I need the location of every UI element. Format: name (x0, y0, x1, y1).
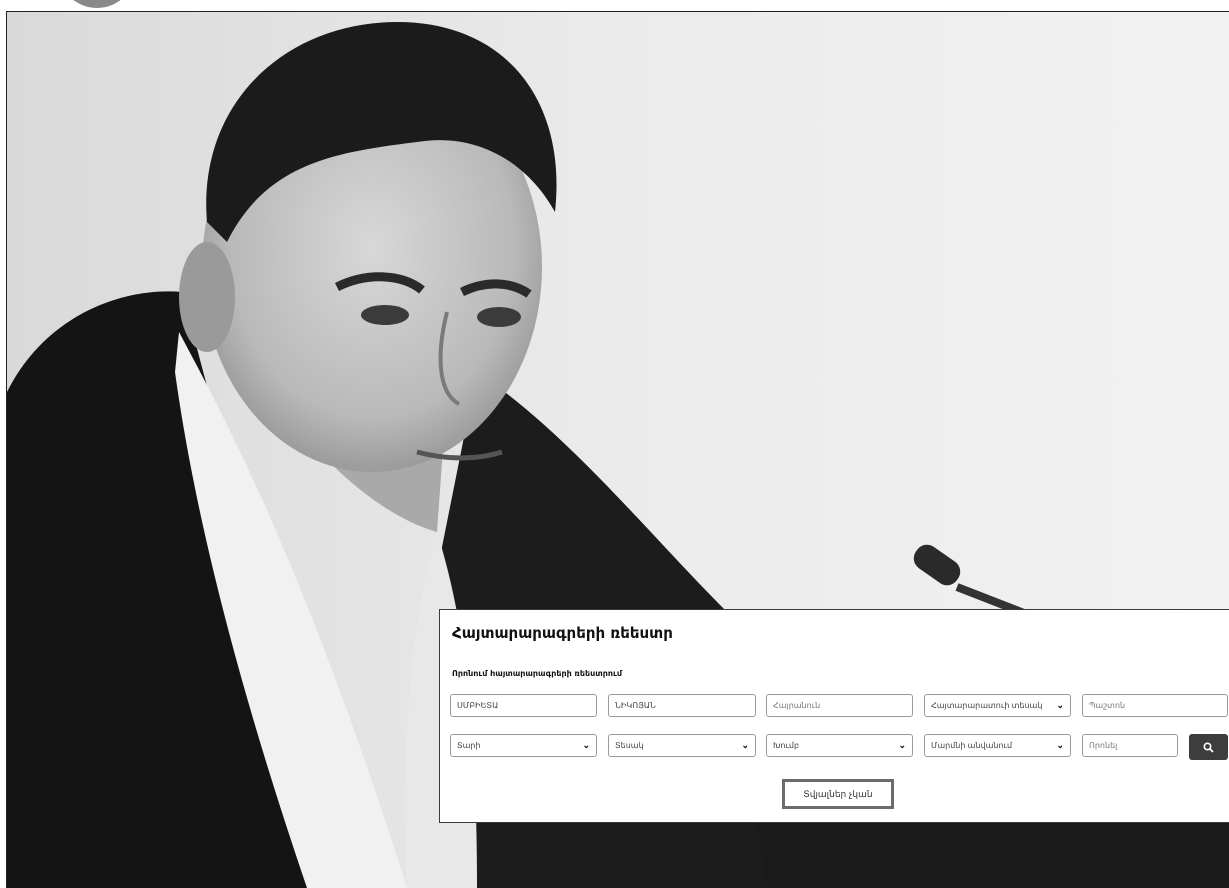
position-input[interactable]: Պաշտոն (1082, 694, 1228, 717)
chevron-down-icon: ⌄ (1056, 700, 1064, 710)
no-data-message: Տվյալներ չկան (782, 779, 894, 809)
position-placeholder: Պաշտոն (1089, 701, 1126, 710)
last-name-input[interactable]: ՆԻԿՈՅԱՆ (608, 694, 756, 717)
corner-logo-shape (58, 0, 136, 8)
declarant-type-label: Հայտարարատուի տեսակ (931, 701, 1043, 710)
type-label: Տեսակ (615, 741, 644, 750)
search-placeholder: Որոնել (1089, 741, 1118, 750)
group-select[interactable]: Խումբ ⌄ (766, 734, 913, 757)
chevron-down-icon: ⌄ (898, 740, 906, 750)
no-data-text: Տվյալներ չկան (803, 788, 873, 799)
type-select[interactable]: Տեսակ ⌄ (608, 734, 756, 757)
search-input[interactable]: Որոնել (1082, 734, 1178, 757)
first-name-input[interactable]: ՍՄԲԻԵՏԱ (450, 694, 597, 717)
search-button[interactable] (1189, 734, 1228, 760)
chevron-down-icon: ⌄ (741, 740, 749, 750)
search-icon (1203, 741, 1214, 753)
group-label: Խումբ (773, 741, 800, 750)
year-select[interactable]: Տարի ⌄ (450, 734, 597, 757)
first-name-value: ՍՄԲԻԵՏԱ (457, 701, 499, 710)
patronymic-input[interactable]: Հայրանուն (766, 694, 913, 717)
chevron-down-icon: ⌄ (1056, 740, 1064, 750)
year-label: Տարի (457, 741, 481, 750)
declaration-registry-panel: Հայտարարագրերի ռեեստր Որոնում հայտարարագ… (439, 609, 1229, 823)
body-name-select[interactable]: Մարմնի անվանում ⌄ (924, 734, 1071, 757)
patronymic-placeholder: Հայրանուն (773, 701, 821, 710)
registry-subtitle: Որոնում հայտարարագրերի ռեեստրում (452, 669, 622, 678)
declarant-type-select[interactable]: Հայտարարատուի տեսակ ⌄ (924, 694, 1071, 717)
registry-title: Հայտարարագրերի ռեեստր (452, 624, 673, 642)
chevron-down-icon: ⌄ (582, 740, 590, 750)
last-name-value: ՆԻԿՈՅԱՆ (615, 701, 656, 710)
body-name-label: Մարմնի անվանում (931, 741, 1013, 750)
